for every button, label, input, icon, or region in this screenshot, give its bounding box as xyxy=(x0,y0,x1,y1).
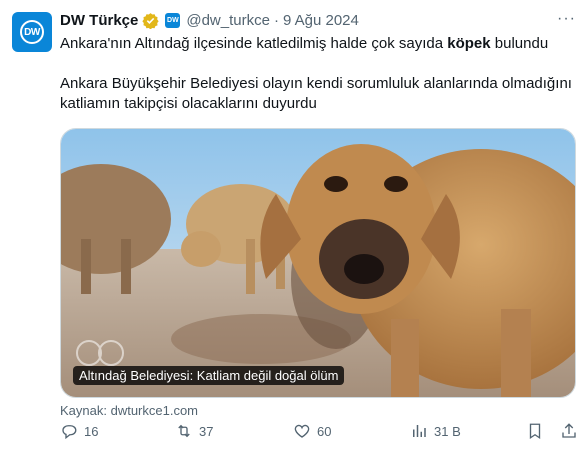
dw-logo: DW xyxy=(20,20,44,44)
bookmark-button[interactable] xyxy=(526,422,544,440)
heart-icon xyxy=(294,424,310,438)
views-icon xyxy=(413,425,426,437)
like-count: 60 xyxy=(317,423,332,439)
retweet-count: 37 xyxy=(199,423,214,439)
tweet-line-1-post: bulundu xyxy=(490,35,549,52)
author-handle[interactable]: @dw_turkce xyxy=(186,12,270,29)
tweet-line-1: Ankara'nın Altındağ ilçesinde katledilmi… xyxy=(60,34,576,54)
tweet-text: Ankara'nın Altındağ ilçesinde katledilmi… xyxy=(60,34,576,114)
like-button[interactable]: 60 xyxy=(293,422,331,440)
reply-button[interactable]: 16 xyxy=(60,422,98,440)
more-options-icon[interactable]: ··· xyxy=(557,10,576,28)
link-card[interactable]: Altındağ Belediyesi: Katliam değil doğal… xyxy=(60,128,576,398)
bookmark-icon xyxy=(529,423,541,440)
dw-watermark-icon xyxy=(75,339,125,367)
avatar[interactable]: DW xyxy=(12,12,52,52)
retweet-button[interactable]: 37 xyxy=(175,422,213,440)
retweet-icon xyxy=(178,424,190,438)
tweet-header: DW Türkçe DW @dw_turkce · 9 Ağu 2024 ··· xyxy=(60,10,576,30)
tweet-paragraph-2: Ankara Büyükşehir Belediyesi olayın kend… xyxy=(60,75,572,112)
views-count: 31 B xyxy=(434,423,461,439)
tweet-content: DW Türkçe DW @dw_turkce · 9 Ağu 2024 ···… xyxy=(60,10,576,421)
share-button[interactable] xyxy=(560,422,578,440)
author-name[interactable]: DW Türkçe xyxy=(60,12,138,29)
share-icon xyxy=(562,423,576,438)
verified-badge-icon[interactable] xyxy=(142,12,160,29)
affiliation-badge-icon[interactable]: DW xyxy=(165,12,181,28)
card-source[interactable]: Kaynak: dwturkce1.com xyxy=(60,403,576,421)
reply-icon xyxy=(62,425,77,440)
tweet-line-1-bold: köpek xyxy=(447,35,491,52)
tweet-date[interactable]: 9 Ağu 2024 xyxy=(283,12,359,29)
card-image xyxy=(61,129,575,397)
tweet-line-1-pre: Ankara'nın Altındağ ilçesinde katledilmi… xyxy=(60,35,448,52)
separator-dot: · xyxy=(273,11,279,29)
card-caption[interactable]: Altındağ Belediyesi: Katliam değil doğal… xyxy=(73,366,345,385)
views-button[interactable]: 31 B xyxy=(410,422,461,440)
reply-count: 16 xyxy=(84,423,99,439)
